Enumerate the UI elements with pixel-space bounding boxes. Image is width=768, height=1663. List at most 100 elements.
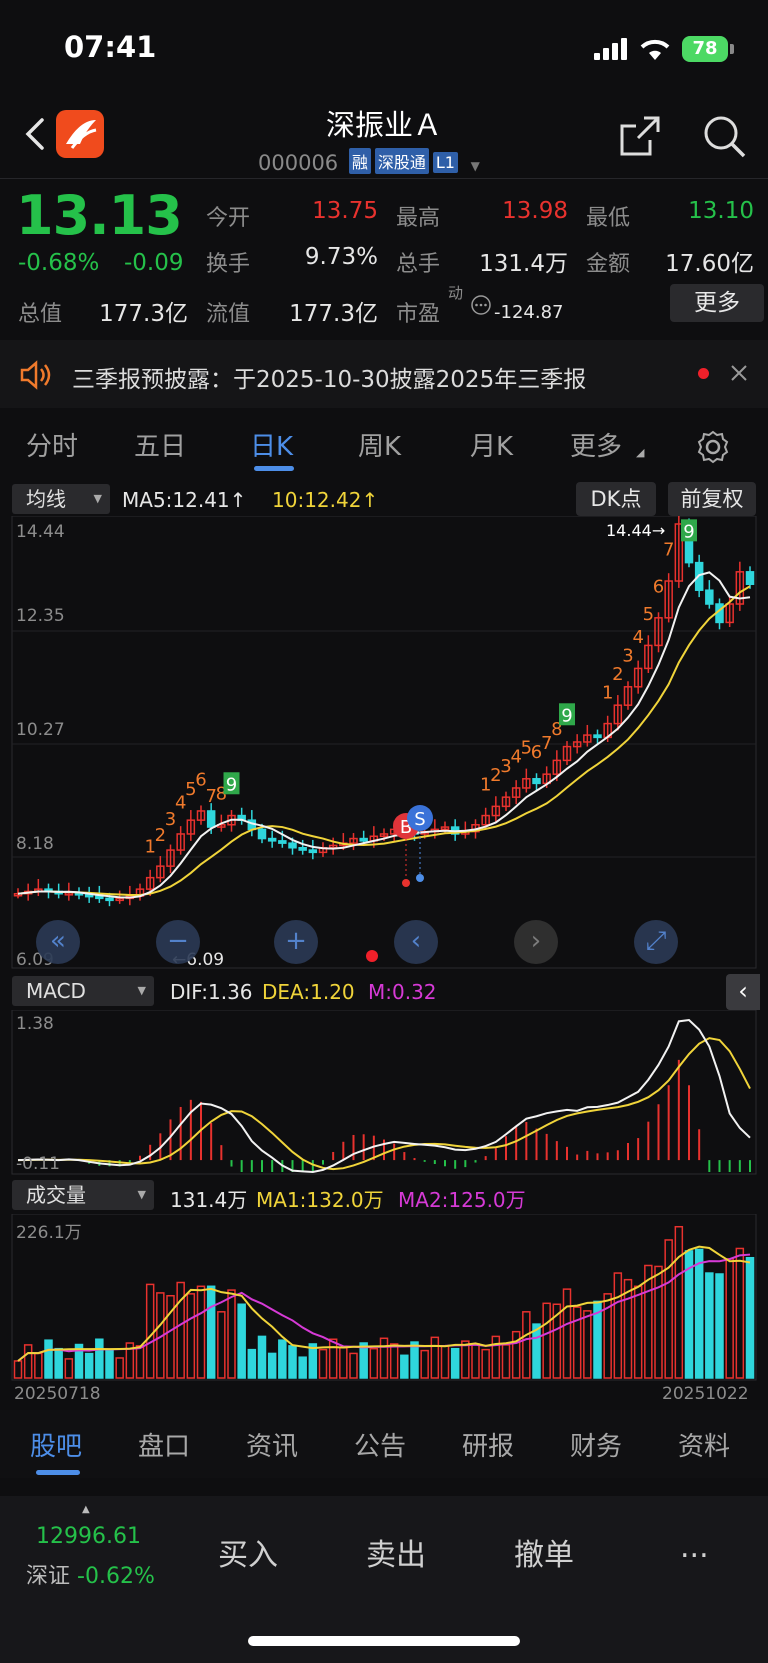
td-digit: 1	[602, 682, 613, 703]
search-icon[interactable]	[702, 114, 746, 158]
total-value: 177.3亿	[99, 301, 188, 327]
adjust-button[interactable]: 前复权	[668, 482, 756, 516]
clock: 07:41	[64, 30, 157, 64]
volume-bar	[389, 1343, 399, 1379]
volume-bar	[410, 1341, 419, 1379]
tab-week-k[interactable]: 周K	[358, 426, 401, 463]
more-button[interactable]: 更多	[670, 284, 764, 322]
tab-announcements[interactable]: 公告	[354, 1426, 406, 1463]
step-back-button[interactable]: ‹	[394, 920, 438, 964]
turnover-label: 换手	[206, 252, 251, 277]
volume-bar	[735, 1247, 745, 1379]
low-value: 13.10	[688, 198, 754, 224]
today-dot	[366, 950, 378, 962]
y-label-2: 12.35	[16, 606, 65, 626]
fullscreen-button[interactable]: ⤢	[634, 920, 678, 964]
volume-chart[interactable]	[0, 1214, 768, 1382]
turnover-value: 9.73%	[304, 244, 378, 270]
amount-value: 17.60亿	[665, 251, 754, 277]
index-line[interactable]: 深证 -0.62%	[26, 1558, 155, 1590]
last-price: 13.13	[16, 184, 183, 247]
ma-indicator-select[interactable]: 均线	[12, 484, 110, 514]
macd-bottom-label: -0.11	[16, 1154, 60, 1174]
volume-bar	[54, 1347, 63, 1379]
volume-bar	[298, 1356, 307, 1379]
macd-select[interactable]: MACD	[12, 976, 154, 1006]
volume-bar	[349, 1352, 358, 1379]
bottom-tabs: 股吧 盘口 资讯 公告 研报 财务 资料	[0, 1410, 768, 1478]
tab-profile[interactable]: 资料	[678, 1426, 730, 1463]
active-tab-indicator	[254, 466, 294, 471]
tab-five-day[interactable]: 五日	[134, 426, 186, 463]
volume-readout: 131.4万	[170, 1188, 248, 1212]
volume-bar	[13, 1360, 23, 1379]
volume-bar	[745, 1256, 755, 1379]
stock-code-line[interactable]: 000006 融深股通 L1 ▼	[258, 148, 480, 175]
tab-more[interactable]: 更多	[570, 426, 622, 463]
volume-bar	[430, 1336, 440, 1379]
volume-bar	[715, 1273, 724, 1379]
volume-bar	[196, 1285, 206, 1379]
index-value[interactable]: 12996.61	[36, 1524, 141, 1549]
tab-timeshare[interactable]: 分时	[26, 426, 78, 463]
td-digit: 9	[683, 521, 694, 542]
ma10-readout: 10:12.42↑	[272, 488, 379, 512]
volume-bar	[542, 1302, 551, 1379]
volume-bar	[257, 1335, 267, 1379]
tab-month-k[interactable]: 月K	[470, 426, 513, 463]
volume-bar	[420, 1349, 429, 1379]
gear-icon[interactable]	[696, 430, 730, 464]
zoom-in-button[interactable]: +	[274, 920, 318, 964]
collapse-panel-button[interactable]: ‹	[726, 974, 760, 1010]
volume-bar	[379, 1337, 389, 1379]
volume-ma2-line	[17, 1253, 751, 1362]
volume-bar	[84, 1352, 94, 1379]
cancel-order-button[interactable]: 撤单	[514, 1530, 574, 1574]
y-label-3: 10.27	[16, 720, 65, 740]
high-marker-label: 14.44→	[606, 521, 665, 540]
notice-banner[interactable]: 三季报预披露：于2025-10-30披露2025年三季报	[0, 340, 768, 408]
close-icon[interactable]	[730, 364, 748, 382]
quote-panel: 13.13 -0.68% -0.09 今开 13.75 最高 13.98 最低 …	[0, 180, 768, 330]
volume-bar	[105, 1348, 114, 1379]
volume-bar	[288, 1345, 297, 1379]
td-digit: 3	[622, 646, 633, 667]
stock-header: 深振业Ａ 000006 融深股通 L1 ▼	[0, 96, 768, 178]
more-actions-button[interactable]: ...	[680, 1530, 709, 1565]
ma5-readout: MA5:12.41↑	[122, 488, 247, 512]
zoom-out-button[interactable]: −	[156, 920, 200, 964]
volume-bar	[725, 1258, 734, 1379]
caret-up-icon: ▲	[82, 1504, 90, 1515]
share-icon[interactable]	[618, 114, 662, 158]
info-dots-icon[interactable]	[470, 294, 492, 316]
tag-margin: 融	[348, 148, 371, 174]
volume-bar	[145, 1283, 155, 1379]
dif-readout: DIF:1.36	[170, 980, 253, 1004]
volume-select[interactable]: 成交量	[12, 1180, 154, 1210]
volume-bar	[481, 1348, 490, 1379]
dk-point-button[interactable]: DK点	[576, 482, 656, 516]
tab-finance[interactable]: 财务	[570, 1426, 622, 1463]
step-forward-button[interactable]: ›	[514, 920, 558, 964]
tab-news[interactable]: 资讯	[246, 1426, 298, 1463]
volume-bar	[501, 1344, 511, 1379]
buy-button[interactable]: 买入	[218, 1530, 278, 1574]
volume-bar	[247, 1348, 257, 1379]
macd-chart[interactable]	[0, 1010, 768, 1178]
fast-back-button[interactable]: «	[36, 920, 80, 964]
stock-code: 000006	[258, 151, 339, 175]
high-label: 最高	[396, 206, 441, 231]
volume-bar	[369, 1347, 379, 1379]
y-label-4: 8.18	[16, 834, 54, 854]
tab-order-book[interactable]: 盘口	[138, 1426, 190, 1463]
volume-bar	[461, 1340, 470, 1379]
sell-button[interactable]: 卖出	[366, 1530, 426, 1574]
tab-day-k[interactable]: 日K	[250, 426, 293, 463]
volume-bar	[633, 1285, 643, 1379]
volume-bar	[237, 1303, 246, 1379]
kline-chart[interactable]: 123456789123456789123456789 B S 14.44→	[0, 516, 768, 972]
tab-research[interactable]: 研报	[462, 1426, 514, 1463]
notice-text: 三季报预披露：于2025-10-30披露2025年三季报	[72, 367, 587, 393]
volume-bar	[206, 1285, 216, 1379]
tab-guba[interactable]: 股吧	[30, 1426, 82, 1463]
